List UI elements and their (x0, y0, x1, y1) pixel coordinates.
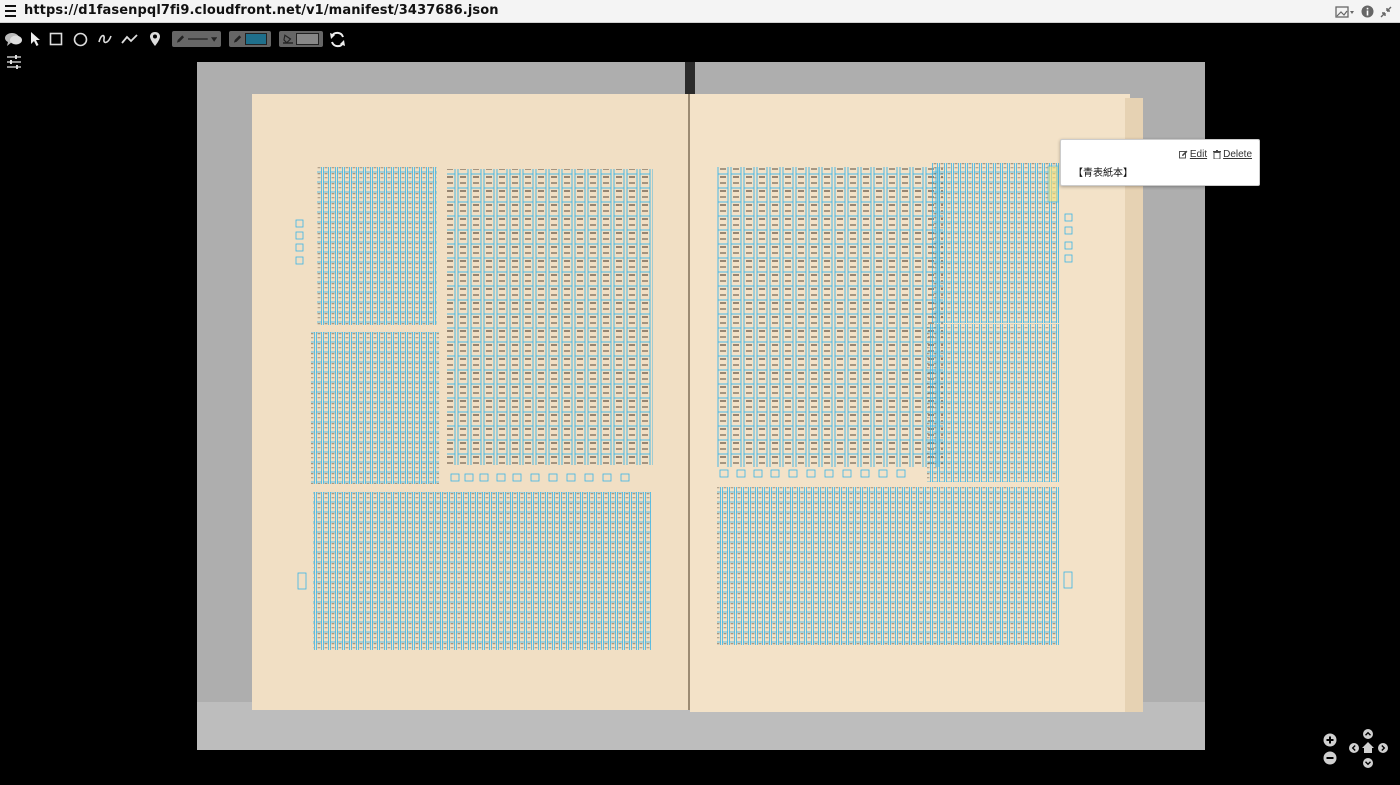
pencil-icon (233, 35, 242, 43)
image-viewer-canvas[interactable] (197, 62, 1205, 750)
pencil-icon (176, 35, 185, 43)
image-view-icon[interactable] (1335, 5, 1355, 19)
stroke-color-swatch (245, 33, 267, 45)
refresh-icon[interactable] (328, 27, 346, 51)
book-spread-image (197, 62, 1205, 750)
menu-icon[interactable] (5, 5, 16, 18)
circle-icon[interactable] (72, 27, 89, 51)
freehand-icon[interactable] (97, 27, 113, 51)
info-icon[interactable] (1361, 5, 1374, 18)
annotation-text: 【青表紙本】 (1073, 168, 1133, 179)
polyline-icon[interactable] (121, 27, 139, 51)
pin-icon[interactable] (148, 27, 162, 51)
manifest-url-title: https://d1fasenpql7fi9.cloudfront.net/v1… (24, 3, 499, 18)
fill-color-swatch (296, 33, 319, 45)
stroke-color-picker[interactable] (229, 31, 271, 47)
chevron-down-icon (210, 36, 217, 42)
top-right-controls (1335, 3, 1392, 20)
home-icon[interactable] (1362, 742, 1374, 753)
collapse-icon[interactable] (1380, 6, 1392, 18)
delete-label[interactable]: Delete (1223, 149, 1252, 160)
stroke-line-preview (187, 38, 208, 40)
fill-color-picker[interactable] (279, 31, 323, 47)
pan-right-icon[interactable] (1378, 743, 1388, 753)
zoom-in-icon[interactable] (1323, 733, 1337, 747)
zoom-out-icon[interactable] (1323, 751, 1337, 765)
rectangle-icon[interactable] (48, 27, 64, 51)
edit-annotation-button[interactable]: Edit (1178, 149, 1207, 160)
window-title-bar: https://d1fasenpql7fi9.cloudfront.net/v1… (0, 0, 1400, 23)
pan-up-icon[interactable] (1363, 729, 1373, 739)
annotation-actions: Edit Delete (1178, 149, 1252, 160)
annotation-toolbar (0, 27, 400, 53)
delete-annotation-button[interactable]: Delete (1213, 149, 1252, 160)
stroke-style-select[interactable] (172, 31, 221, 47)
fill-bucket-icon (283, 34, 294, 44)
edit-icon (1178, 150, 1188, 159)
settings-icon[interactable] (6, 54, 22, 70)
annotation-popup: Edit Delete 【青表紙本】 (1060, 139, 1260, 186)
pointer-icon[interactable] (28, 27, 42, 51)
navigation-controls (1318, 728, 1394, 772)
comment-icon[interactable] (4, 27, 24, 51)
edit-label[interactable]: Edit (1190, 149, 1207, 160)
pan-down-icon[interactable] (1363, 758, 1373, 768)
pan-left-icon[interactable] (1349, 743, 1359, 753)
trash-icon (1213, 150, 1222, 159)
